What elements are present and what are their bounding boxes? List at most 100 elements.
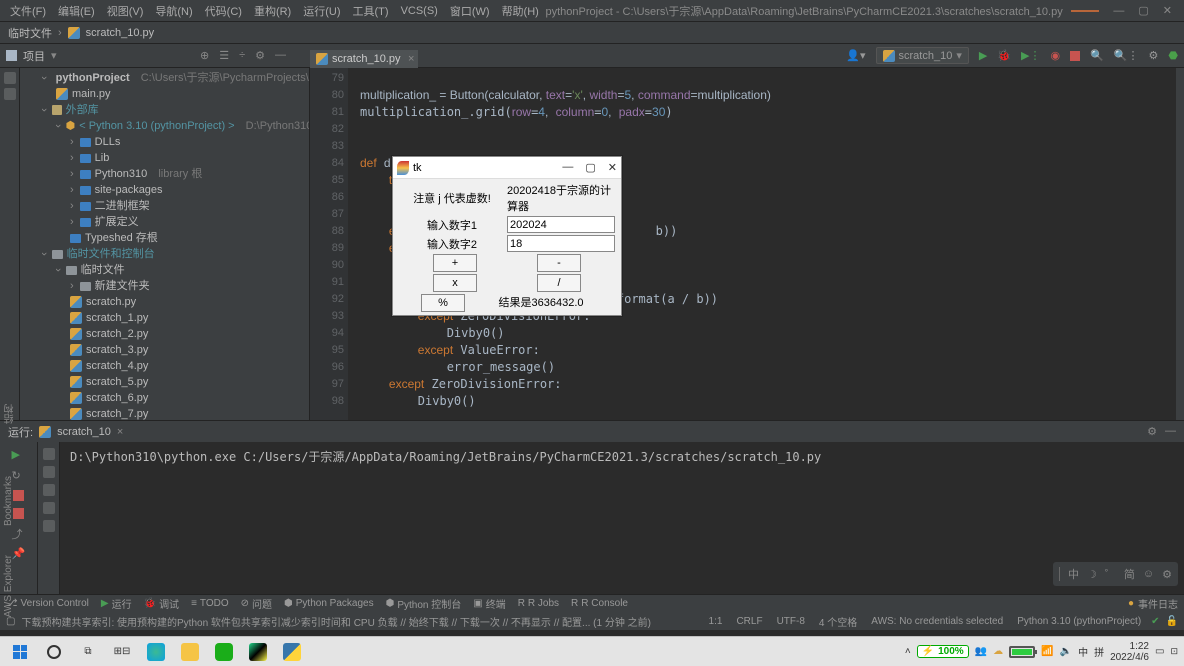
ts-pypkg[interactable]: ⬢ Python Packages (284, 598, 374, 609)
aws-explorer-label[interactable]: AWS Explorer (3, 555, 14, 617)
tree-scratch-0[interactable]: scratch.py (28, 294, 305, 310)
bookmarks-tool-label[interactable]: Bookmarks (3, 476, 14, 526)
close-icon[interactable]: × (408, 53, 414, 65)
run-down-arrow-icon[interactable] (43, 466, 55, 478)
close-button[interactable]: ✕ (1163, 4, 1172, 17)
run-output[interactable]: D:\Python310\python.exe C:/Users/于宗源/App… (60, 442, 1184, 594)
run-config-dropdown[interactable]: scratch_10 ▾ (876, 47, 969, 64)
stripe-btn-1[interactable] (4, 72, 16, 84)
tree-scratch-4[interactable]: scratch_4.py (28, 358, 305, 374)
rerun-button[interactable]: ▶ (12, 448, 26, 462)
run-trash-icon[interactable] (43, 520, 55, 532)
project-tool-icon[interactable] (6, 50, 17, 61)
status-aws[interactable]: AWS: No credentials selected (867, 616, 1007, 627)
structure-tool-label[interactable]: 结构 (3, 404, 18, 424)
editor-scrollbar[interactable] (1176, 68, 1184, 420)
tree-new-folder[interactable]: 新建文件夹 (28, 278, 305, 294)
menu-help[interactable]: 帮助(H) (496, 3, 545, 19)
run-tab-close-icon[interactable]: × (117, 426, 123, 438)
run-wrap-icon[interactable] (43, 484, 55, 496)
tk-titlebar[interactable]: tk — ▢ ✕ (393, 157, 621, 179)
ts-debug[interactable]: 🐞 调试 (144, 596, 179, 611)
ts-run[interactable]: ▶ 运行 (101, 596, 132, 611)
tk-div-button[interactable]: / (537, 274, 581, 292)
pycharm-button[interactable] (244, 640, 272, 664)
hide-icon[interactable]: — (275, 49, 286, 62)
ts-pyconsole[interactable]: ⬢ Python 控制台 (386, 596, 462, 611)
python-button[interactable] (278, 640, 306, 664)
stop-button[interactable] (1070, 51, 1080, 61)
menu-tools[interactable]: 工具(T) (347, 3, 395, 19)
run-up-arrow-icon[interactable] (43, 448, 55, 460)
tray-corner-icon[interactable]: ⊡ (1170, 646, 1178, 657)
volume-icon[interactable]: 🔈 (1060, 646, 1072, 657)
taskview-button[interactable]: ⧉ (74, 640, 102, 664)
tree-scratch-2[interactable]: scratch_2.py (28, 326, 305, 342)
onedrive-icon[interactable]: ☁ (993, 646, 1003, 657)
project-tool-label[interactable]: 项目 (23, 48, 45, 64)
search-button[interactable] (40, 640, 68, 664)
status-pos[interactable]: 1:1 (705, 616, 727, 627)
collapse-icon[interactable]: ÷ (239, 49, 245, 62)
tree-typeshed[interactable]: Typeshed 存根 (28, 230, 305, 246)
battery-pct[interactable]: ⚡100% (917, 645, 969, 658)
ime-lang-icon[interactable]: 中 (1078, 644, 1088, 659)
run-button[interactable]: ▶ (979, 49, 987, 62)
tree-python310[interactable]: Python310 library 根 (28, 166, 305, 182)
breadcrumb-scratch[interactable]: 临时文件 (8, 25, 52, 41)
tree-scratches-root[interactable]: 临时文件和控制台 (28, 246, 305, 262)
ts-rconsole[interactable]: R R Console (571, 598, 628, 609)
locate-icon[interactable]: ⊕ (200, 49, 209, 62)
settings-icon[interactable]: ⚙ (255, 49, 265, 62)
status-interpreter[interactable]: Python 3.10 (pythonProject) (1013, 616, 1145, 627)
ide-settings-icon[interactable]: ⚙ (1149, 49, 1159, 62)
status-enc[interactable]: UTF-8 (773, 616, 809, 627)
menu-vcs[interactable]: VCS(S) (395, 5, 444, 17)
status-message[interactable]: 下载预构建共享索引: 使用预构建的Python 软件包共享索引减少索引时间和 C… (21, 614, 698, 629)
menu-run[interactable]: 运行(U) (297, 3, 346, 19)
ts-vcs[interactable]: ⎇ Version Control (6, 598, 89, 609)
tk-add-button[interactable]: + (433, 254, 477, 272)
tk-mod-button[interactable]: % (421, 294, 465, 312)
tree-ext-root[interactable]: 外部库 (28, 102, 305, 118)
tree-site-pkg[interactable]: site-packages (28, 182, 305, 198)
tree-scratch-folder[interactable]: 临时文件 (28, 262, 305, 278)
tray-up-icon[interactable]: ˄ (905, 646, 911, 657)
ime-keyboard-icon[interactable]: 拼 (1094, 644, 1104, 659)
run-config-name[interactable]: scratch_10 (57, 426, 111, 438)
breadcrumb-file[interactable]: scratch_10.py (86, 27, 154, 39)
tree-scratch-6[interactable]: scratch_6.py (28, 390, 305, 406)
status-check-icon[interactable]: ✔ (1151, 616, 1159, 627)
status-sep[interactable]: CRLF (732, 616, 766, 627)
cortana-button[interactable]: ⊞⊟ (108, 640, 136, 664)
project-tree[interactable]: pythonProject C:\Users\于宗源\PycharmProjec… (20, 68, 310, 420)
notification-icon[interactable]: ▭ (1155, 646, 1164, 657)
menu-view[interactable]: 视图(V) (101, 3, 150, 19)
tk-input-num1[interactable] (507, 216, 615, 233)
debug-button[interactable]: 🐞 (997, 49, 1011, 62)
tree-pyenv[interactable]: ⬢< Python 3.10 (pythonProject) > D:\Pyth… (28, 118, 305, 134)
search-everywhere-icon[interactable]: 🔍⋮ (1114, 49, 1139, 62)
start-button[interactable] (6, 640, 34, 664)
tree-dlls[interactable]: DLLs (28, 134, 305, 150)
tree-lib[interactable]: Lib (28, 150, 305, 166)
ime-status-bar[interactable]: 中 ☽ ゜ 简 ☺ ⚙ (1053, 562, 1178, 586)
tk-sub-button[interactable]: - (537, 254, 581, 272)
editor-tab[interactable]: scratch_10.py × (310, 50, 418, 68)
wechat-button[interactable] (210, 640, 238, 664)
menu-code[interactable]: 代码(C) (199, 3, 248, 19)
tree-scratch-5[interactable]: scratch_5.py (28, 374, 305, 390)
tk-window[interactable]: tk — ▢ ✕ 注意 j 代表虚数!20202418于宗源的计算器 输入数字1… (392, 156, 622, 316)
user-icon[interactable]: 👤▾ (846, 49, 865, 62)
ime-comma-icon[interactable]: ゜ (1105, 566, 1116, 582)
system-clock[interactable]: 1:22 2022/4/6 (1110, 641, 1149, 663)
ime-gear-icon[interactable]: ⚙ (1162, 568, 1172, 581)
coverage-button[interactable]: ▶⋮ (1021, 49, 1040, 62)
menu-window[interactable]: 窗口(W) (444, 3, 496, 19)
run-print-icon[interactable] (43, 502, 55, 514)
aws-icon[interactable]: ⬣ (1168, 49, 1178, 62)
ime-jian-icon[interactable]: 简 (1124, 566, 1135, 582)
tree-extdef[interactable]: 扩展定义 (28, 214, 305, 230)
expand-icon[interactable]: ☰ (219, 49, 229, 62)
menu-edit[interactable]: 编辑(E) (52, 3, 101, 19)
